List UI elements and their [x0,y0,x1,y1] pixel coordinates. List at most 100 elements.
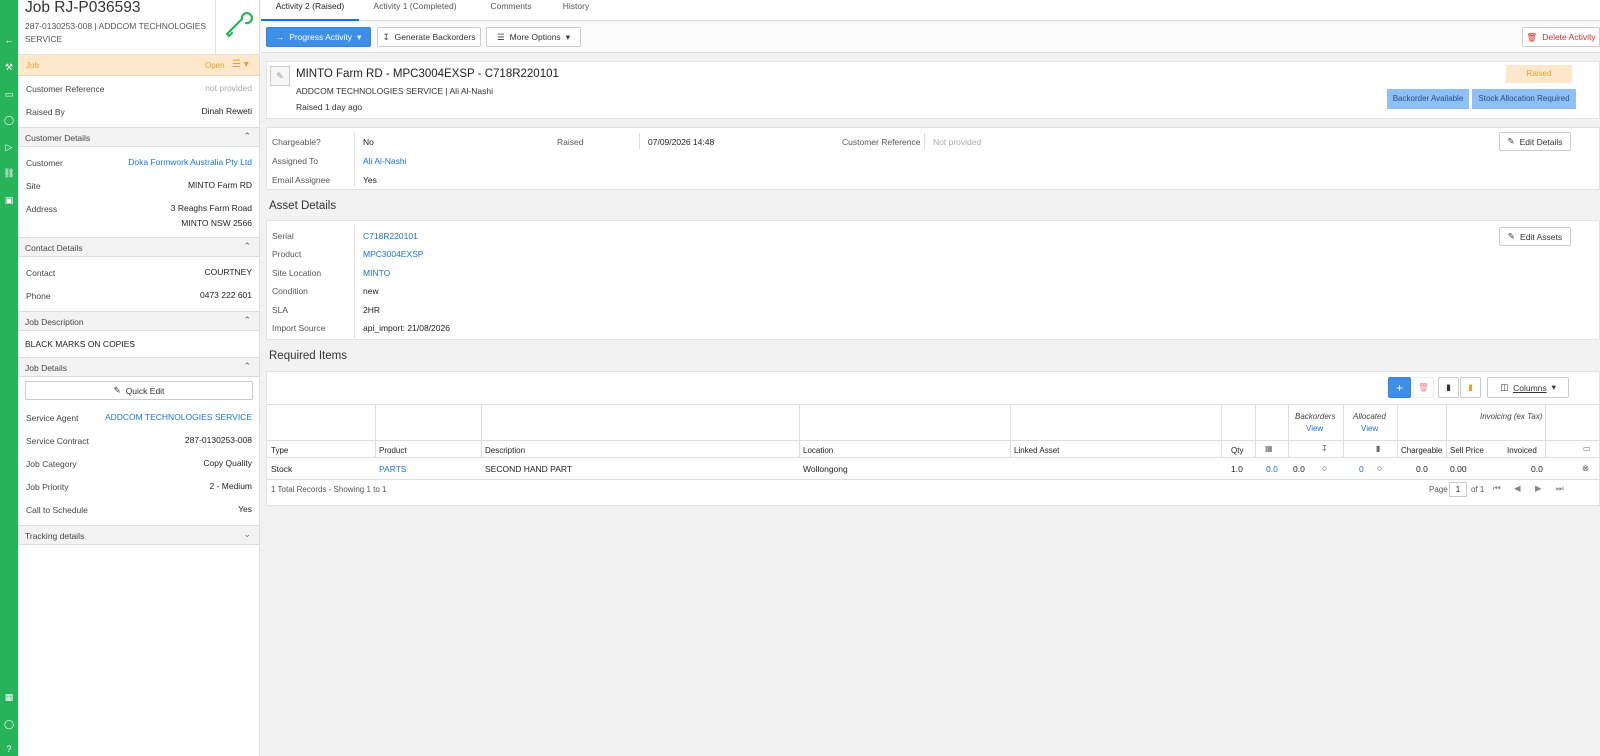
customer-details-header[interactable]: Customer Details ⌃ [18,127,259,147]
assigned-to-link[interactable]: Ali Al-Nashi [363,156,406,166]
address-row: Address 3 Reaghs Farm Road MINTO NSW 256… [18,196,259,234]
trash-icon: 🗑 [1418,382,1429,392]
row-invoiced: 0.0 [1531,464,1543,474]
address-line1: 3 Reaghs Farm Road [170,203,252,213]
call-to-schedule-value: Yes [238,504,252,514]
delete-activity-label: Delete Activity [1542,32,1596,42]
activity-tabs: Activity 2 (Raised) Activity 1 (Complete… [261,0,1600,21]
back-arrow-icon[interactable]: ← [0,33,18,47]
serial-link[interactable]: C718R220101 [363,231,418,241]
job-title: Job RJ-P036593 [25,0,141,16]
service-agent-row: Service Agent ADDCOM TECHNOLOGIES SERVIC… [18,405,259,428]
row-qty: 1.0 [1231,464,1243,474]
allocated-view-link[interactable]: View [1361,424,1378,433]
person-icon[interactable]: ◯ [0,717,18,731]
job-details-header[interactable]: Job Details ⌃ [18,357,259,377]
delete-activity-button[interactable]: 🗑 Delete Activity [1522,27,1600,47]
customer-reference-value: not provided [205,83,252,93]
col-type[interactable]: Type [271,446,288,455]
raised-by-row: Raised By Dinah Reweti [18,99,259,122]
allocated-radio[interactable]: ○ [1377,463,1382,473]
phone-label: Phone [26,291,51,301]
help-icon[interactable]: ? [0,742,18,756]
generate-backorders-button[interactable]: ↧ Generate Backorders [377,27,481,47]
table-border [267,440,1600,441]
row-sell-price: 0.00 [1450,464,1467,474]
stock-allocation-badge[interactable]: Stock Allocation Required [1472,89,1576,109]
site-location-link[interactable]: MINTO [363,268,390,278]
divider [1343,404,1344,457]
col-sell-price[interactable]: Sell Price [1450,446,1484,455]
backorders-view-link[interactable]: View [1306,424,1323,433]
job-description-header[interactable]: Job Description ⌃ [18,311,259,331]
tab-activity-1[interactable]: Activity 1 (Completed) [359,0,471,21]
sla-label: SLA [272,305,289,315]
prev-page-icon[interactable]: ◀ [1514,483,1521,494]
wrench-icon [225,12,253,38]
edit-assets-button[interactable]: ✎ Edit Assets [1499,227,1571,246]
row-product-link[interactable]: PARTS [379,464,407,474]
site-label: Site [26,181,41,191]
flag-button[interactable]: ▮ [1460,377,1481,398]
remove-row-icon[interactable]: ⊗ [1582,463,1589,474]
first-page-icon[interactable]: ⏮ [1493,483,1501,494]
col-qty[interactable]: Qty [1231,446,1243,455]
col-linked-asset[interactable]: Linked Asset [1014,446,1059,455]
product-link[interactable]: MPC3004EXSP [363,249,423,259]
tab-history[interactable]: History [551,0,601,21]
contact-details-header[interactable]: Contact Details ⌃ [18,237,259,257]
raised-value: 07/09/2026 14:48 [648,137,715,147]
backorder-available-badge[interactable]: Backorder Available [1387,89,1469,109]
contact-details-title: Contact Details [25,243,83,253]
customer-row: Customer Doka Formwork Australia Pty Ltd [18,150,259,173]
row-stock-link[interactable]: 0.0 [1266,464,1278,474]
divider [1010,404,1011,457]
tag-icon[interactable]: ▷ [0,140,18,154]
card-icon[interactable]: ▭ [0,87,18,101]
progress-activity-button[interactable]: → Progress Activity ▾ [266,27,371,47]
bookmark-icon: ▮ [1446,382,1451,392]
assigned-to-label: Assigned To [272,156,319,166]
truck-icon[interactable]: ⛓ [0,166,18,180]
edit-details-button[interactable]: ✎ Edit Details [1499,132,1571,151]
tab-comments[interactable]: Comments [471,0,551,21]
job-details-title: Job Details [25,363,68,373]
delete-item-button[interactable]: 🗑 [1413,377,1434,398]
columns-button[interactable]: ◫ Columns ▾ [1487,377,1569,398]
grid-icon[interactable]: ▦ [0,690,18,704]
quick-edit-button[interactable]: ✎ Quick Edit [25,381,253,400]
plus-icon: + [1395,380,1403,395]
next-page-icon[interactable]: ▶ [1535,483,1542,494]
last-page-icon[interactable]: ⏭ [1556,483,1564,494]
list-menu-icon[interactable]: ☰ ▾ [232,59,249,70]
dollar-icon[interactable]: ▣ [0,193,18,207]
pencil-icon[interactable]: ✎ [270,66,290,86]
service-agent-link[interactable]: ADDCOM TECHNOLOGIES SERVICE [105,412,252,422]
bookmark-button[interactable]: ▮ [1438,377,1459,398]
download-icon: ↧ [1321,444,1328,453]
job-wrench-button[interactable] [215,0,260,55]
job-category-value: Copy Quality [203,458,252,468]
divider [1255,404,1256,457]
warehouse-icon: ▦ [1265,444,1273,453]
divider [481,404,482,457]
col-chargeable[interactable]: Chargeable [1401,446,1442,455]
col-description[interactable]: Description [485,446,525,455]
user-icon[interactable]: ◯ [0,113,18,127]
customer-link[interactable]: Doka Formwork Australia Pty Ltd [128,157,252,167]
row-allocated-link[interactable]: 0 [1359,464,1364,474]
tracking-details-header[interactable]: Tracking details ⌄ [18,525,259,545]
wrench-icon[interactable]: ⚒ [0,60,18,74]
col-invoiced[interactable]: Invoiced [1507,446,1537,455]
edit-icon: ✎ [1507,136,1515,146]
tracking-details-title: Tracking details [25,531,85,541]
customer-reference-row: Customer Reference not provided [18,76,259,99]
add-item-button[interactable]: + [1388,377,1411,398]
backorder-radio[interactable]: ○ [1322,463,1327,473]
col-location[interactable]: Location [803,446,833,455]
page-input[interactable]: 1 [1449,482,1467,497]
more-options-button[interactable]: ☰ More Options ▾ [486,27,581,47]
tab-activity-2[interactable]: Activity 2 (Raised) [261,0,359,21]
col-product[interactable]: Product [379,446,407,455]
row-backorders: 0.0 [1293,464,1305,474]
